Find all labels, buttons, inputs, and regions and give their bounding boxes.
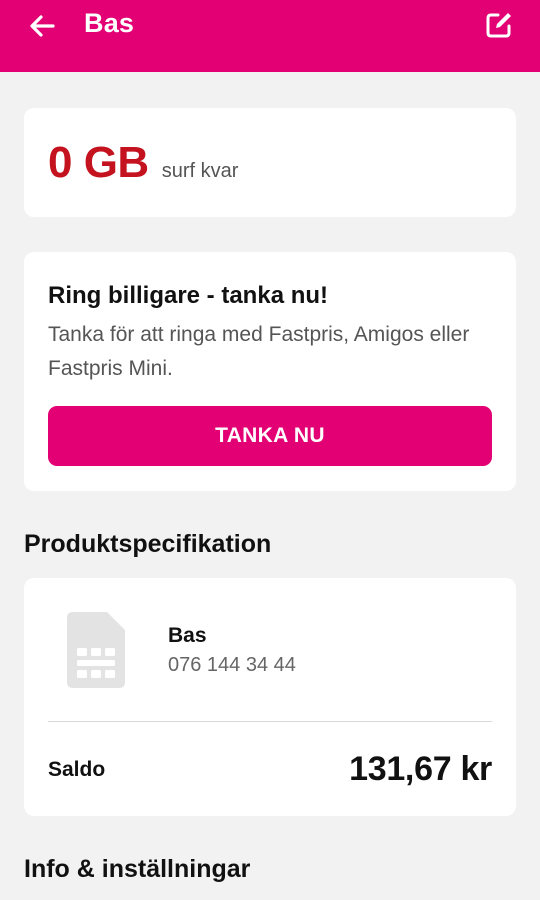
promo-title: Ring billigare - tanka nu!: [48, 282, 329, 309]
surf-value: 0 GB: [48, 138, 149, 187]
tanka-nu-button[interactable]: TANKA NU: [48, 406, 492, 466]
product-name: Bas: [168, 624, 207, 647]
surf-remaining: 0 GB surf kvar: [48, 138, 238, 188]
divider: [48, 721, 492, 722]
saldo-label: Saldo: [48, 758, 106, 781]
app-bar: Bas: [0, 0, 540, 72]
surf-label: surf kvar: [161, 160, 239, 182]
surf-card: 0 GB surf kvar: [24, 108, 516, 217]
back-button[interactable]: [26, 10, 58, 42]
promo-text: Tanka för att ringa med Fastpris, Amigos…: [48, 323, 470, 380]
saldo-value: 131,67 kr: [349, 750, 492, 788]
phone-number: 076 144 34 44: [168, 654, 296, 676]
arrow-left-icon: [30, 15, 55, 37]
product-spec-heading: Produktspecifikation: [24, 530, 272, 558]
edit-icon: [486, 13, 511, 38]
edit-button[interactable]: [482, 8, 516, 42]
page-title: Bas: [84, 8, 135, 38]
promo-card: Ring billigare - tanka nu! Tanka för att…: [24, 252, 516, 491]
product-card: Bas 076 144 34 44 Saldo 131,67 kr: [24, 578, 516, 816]
sim-card-icon: [67, 612, 125, 688]
info-settings-heading: Info & inställningar: [24, 855, 251, 883]
